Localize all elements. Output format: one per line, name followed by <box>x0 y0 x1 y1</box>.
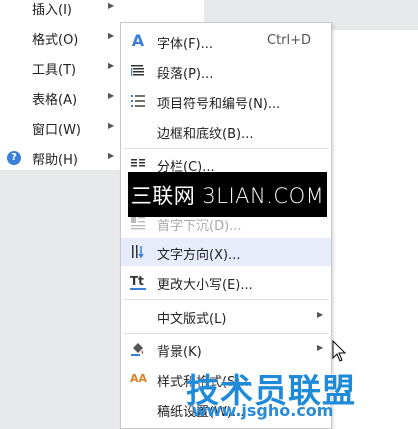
menu-separator <box>123 299 329 300</box>
menu-item-label: 窗口(W) <box>32 123 81 138</box>
help-icon: ? <box>6 150 22 166</box>
submenu-arrow-icon: ▶ <box>108 31 115 40</box>
submenu-arrow-icon: ▶ <box>108 61 115 70</box>
paint-bucket-icon <box>130 341 146 357</box>
watermark-banner: 三联网 3LIAN.COM <box>128 172 327 217</box>
menu-item-font[interactable]: A 字体(F)... Ctrl+D <box>121 27 331 55</box>
menu-item-shortcut: Ctrl+D <box>267 33 312 48</box>
menu-item-help[interactable]: ? 帮助(H) ▶ <box>0 144 126 172</box>
submenu-arrow-icon: ▶ <box>108 91 115 100</box>
submenu-arrow-icon: ▶ <box>108 1 115 10</box>
menu-item-label: 字体(F)... <box>157 37 214 52</box>
menu-item-format[interactable]: 格式(O) ▶ <box>0 24 126 52</box>
background-panel <box>0 168 122 429</box>
menu-item-insert[interactable]: 插入(I) ▶ <box>0 0 126 22</box>
menu-item-change-case[interactable]: Tt 更改大小写(E)... <box>121 268 331 296</box>
menu-item-label: 插入(I) <box>32 3 72 18</box>
menu-item-paragraph[interactable]: 段落(P)... <box>121 57 331 85</box>
font-icon: A <box>131 31 145 50</box>
watermark-url: www.jsgho.com <box>192 401 334 420</box>
mouse-cursor-icon <box>332 339 348 364</box>
menu-item-label: 帮助(H) <box>32 153 78 168</box>
styles-icon: AA <box>130 372 148 385</box>
menu-item-chinese-layout[interactable]: 中文版式(L) ▶ <box>121 302 331 330</box>
main-menu: 插入(I) ▶ 格式(O) ▶ 工具(T) ▶ 表格(A) ▶ 窗口(W) ▶ … <box>0 0 126 170</box>
bullet-list-icon <box>130 93 146 109</box>
columns-icon <box>130 156 146 172</box>
paragraph-icon <box>130 63 146 79</box>
menu-item-label: 工具(T) <box>32 63 77 78</box>
menu-item-label: 更改大小写(E)... <box>157 278 253 293</box>
menu-item-label: 边框和底纹(B)... <box>157 127 254 142</box>
submenu-arrow-icon: ▶ <box>317 343 324 352</box>
menu-item-label: 表格(A) <box>32 93 78 108</box>
menu-item-borders-shading[interactable]: 边框和底纹(B)... <box>121 117 331 145</box>
menu-item-label: 文字方向(X)... <box>157 248 241 263</box>
menu-separator <box>123 148 329 149</box>
menu-separator <box>123 333 329 334</box>
submenu-arrow-icon: ▶ <box>108 151 115 160</box>
menu-item-label: 首字下沉(D)... <box>157 219 242 234</box>
text-direction-icon <box>130 244 146 260</box>
menu-item-background[interactable]: 背景(K) ▶ <box>121 335 331 363</box>
menu-item-label: 项目符号和编号(N)... <box>157 97 281 112</box>
submenu-arrow-icon: ▶ <box>108 121 115 130</box>
drop-cap-icon <box>130 215 146 231</box>
menu-item-window[interactable]: 窗口(W) ▶ <box>0 114 126 142</box>
menu-item-tools[interactable]: 工具(T) ▶ <box>0 54 126 82</box>
menu-item-label: 背景(K) <box>157 345 202 360</box>
menu-item-text-direction[interactable]: 文字方向(X)... <box>121 238 331 266</box>
change-case-icon: Tt <box>130 274 146 290</box>
menu-item-bullets-numbering[interactable]: 项目符号和编号(N)... <box>121 87 331 115</box>
menu-item-label: 格式(O) <box>32 33 79 48</box>
submenu-arrow-icon: ▶ <box>317 310 324 319</box>
menu-item-table[interactable]: 表格(A) ▶ <box>0 84 126 112</box>
menu-item-label: 中文版式(L) <box>157 312 227 327</box>
menu-item-label: 段落(P)... <box>157 67 214 82</box>
